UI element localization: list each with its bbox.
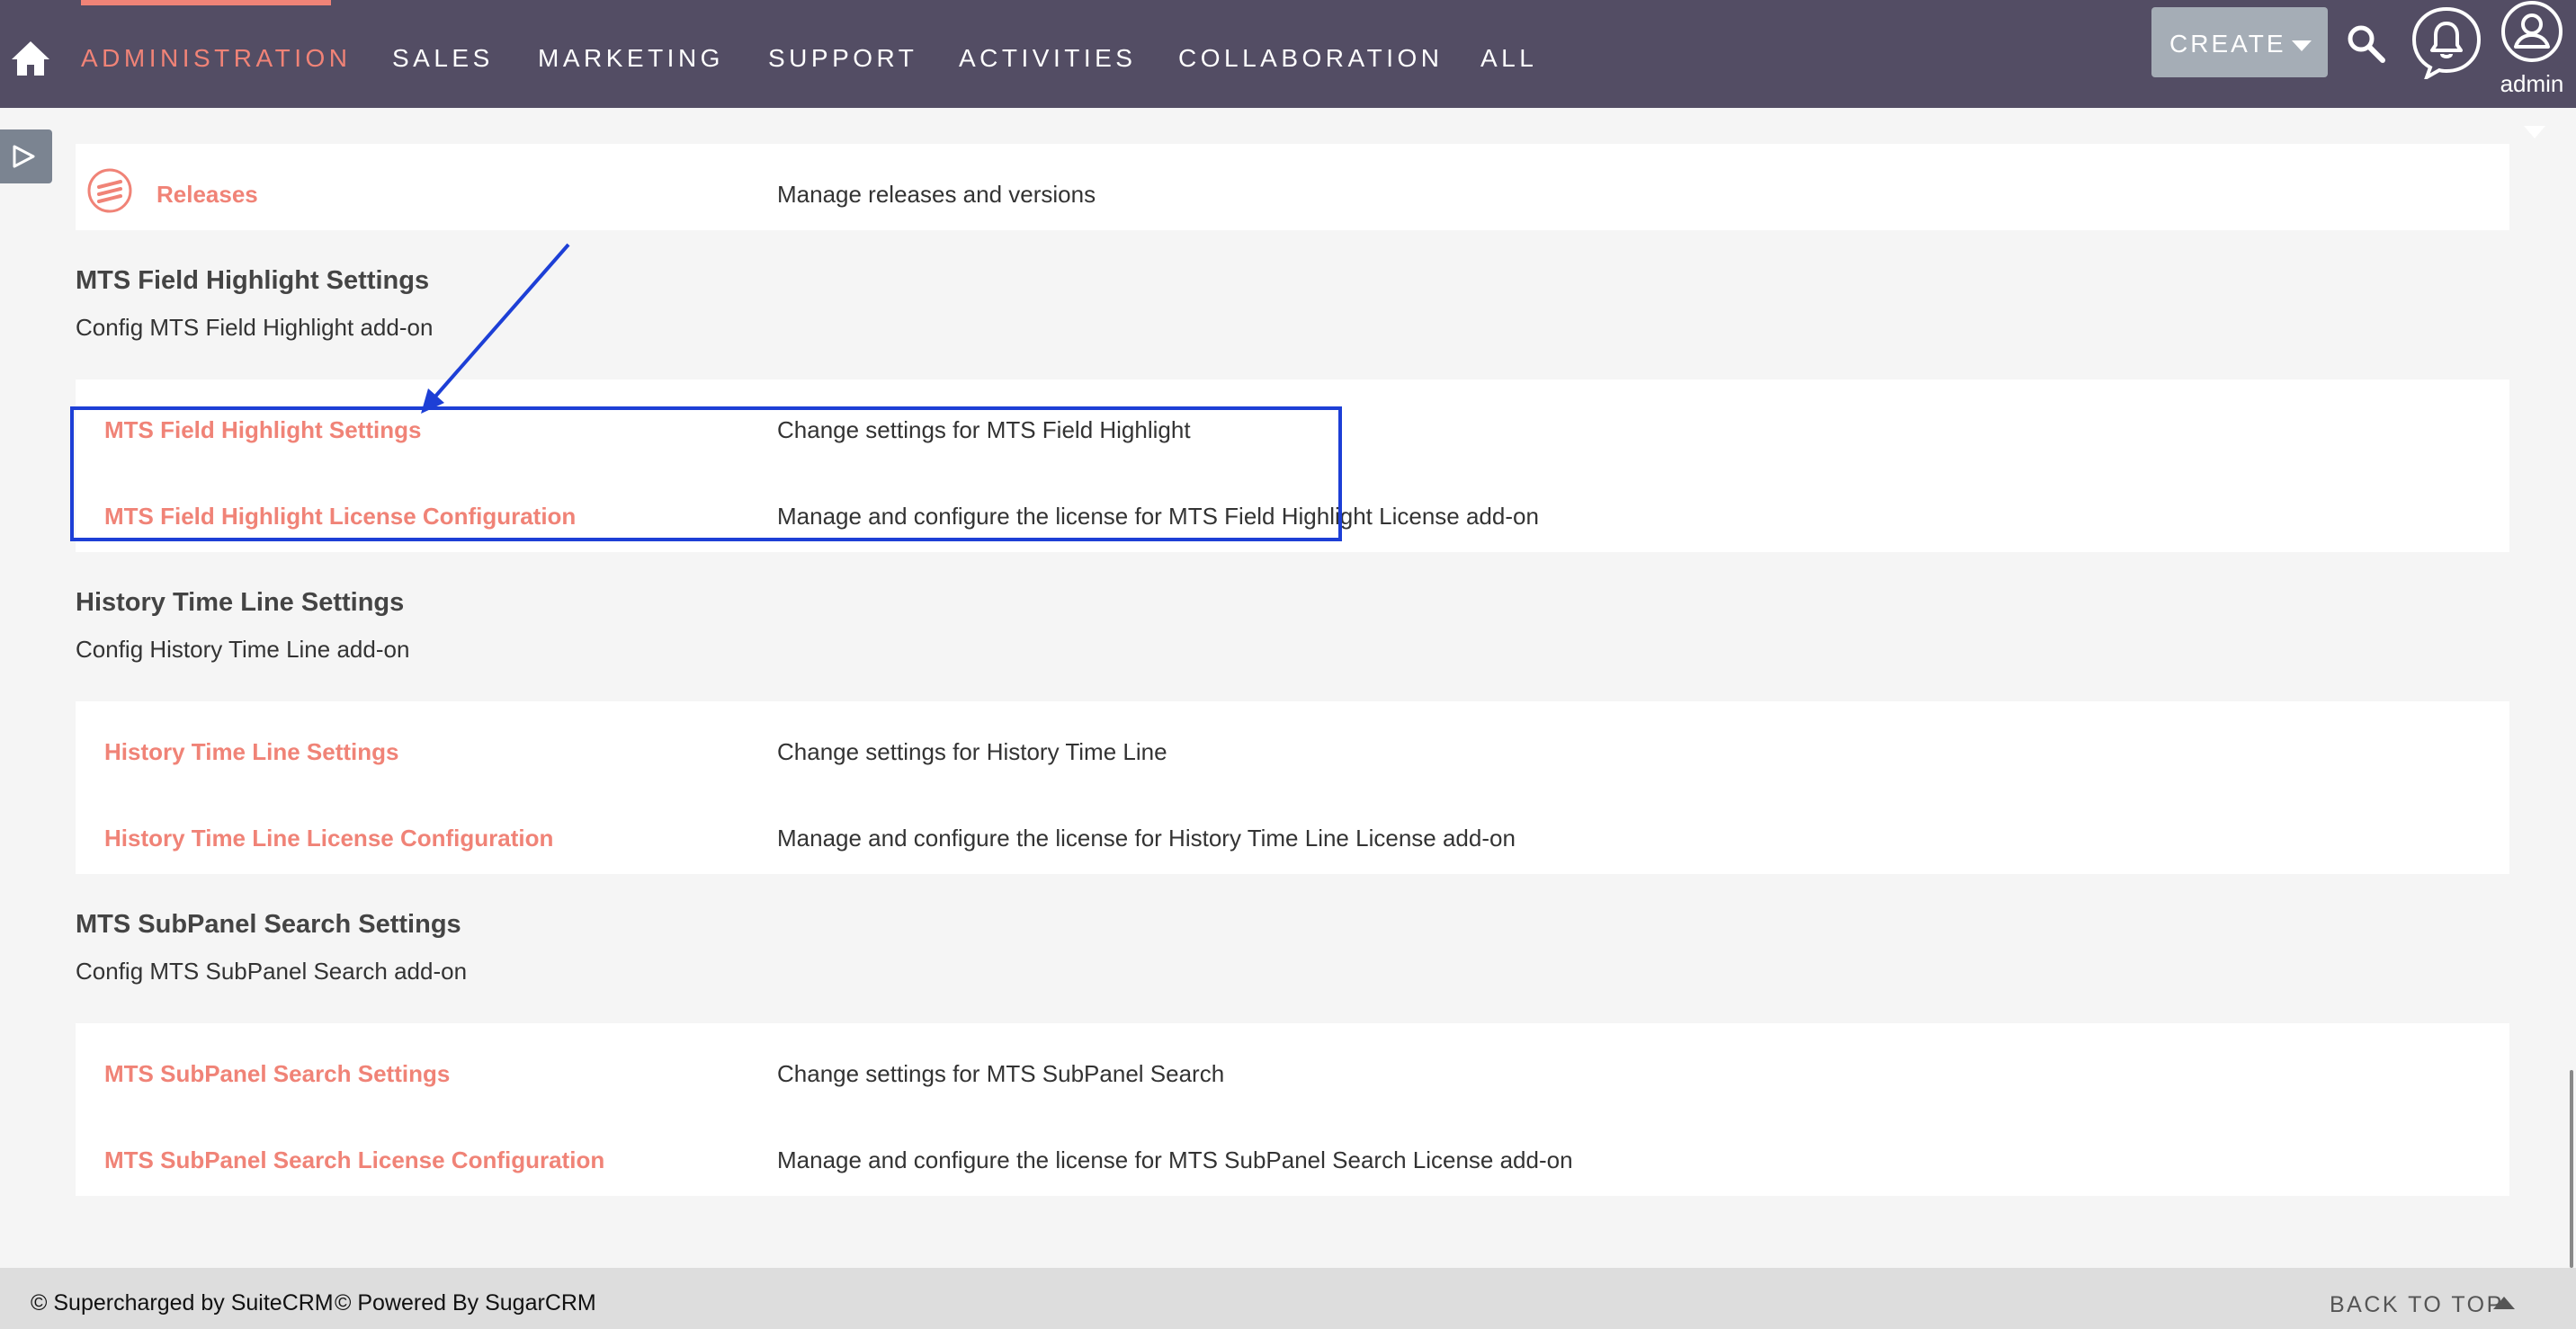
create-label: CREATE <box>2169 30 2286 58</box>
row-description: Manage and configure the license for His… <box>777 825 1516 852</box>
releases-panel <box>76 144 2509 230</box>
history-time-line-license-link[interactable]: History Time Line License Configuration <box>104 824 553 852</box>
footer: © Supercharged by SuiteCRM © Powered By … <box>0 1268 2576 1329</box>
mts-subpanel-search-license-link[interactable]: MTS SubPanel Search License Configuratio… <box>104 1146 604 1174</box>
scrollbar-thumb[interactable] <box>2570 1070 2573 1268</box>
create-button[interactable]: CREATE <box>2151 7 2328 77</box>
chevron-down-icon <box>2292 40 2312 51</box>
section-title: History Time Line Settings <box>76 588 405 617</box>
nav-administration[interactable]: ADMINISTRATION <box>81 43 351 74</box>
section-description: Config MTS Field Highlight add-on <box>76 314 434 341</box>
suitecrm-credit[interactable]: © Supercharged by SuiteCRM <box>31 1289 334 1316</box>
sugarcrm-credit[interactable]: © Powered By SugarCRM <box>335 1289 596 1316</box>
row-description: Change settings for MTS SubPanel Search <box>777 1060 1225 1087</box>
mts-subpanel-search-settings-link[interactable]: MTS SubPanel Search Settings <box>104 1059 450 1088</box>
top-nav: ADMINISTRATION SALES MARKETING SUPPORT A… <box>0 0 2576 108</box>
nav-sales[interactable]: SALES <box>392 43 494 74</box>
user-icon[interactable] <box>2500 0 2563 63</box>
mts-field-highlight-license-link[interactable]: MTS Field Highlight License Configuratio… <box>104 502 576 531</box>
section-description: Config History Time Line add-on <box>76 636 410 663</box>
nav-support[interactable]: SUPPORT <box>768 43 917 74</box>
section-title: MTS SubPanel Search Settings <box>76 910 461 939</box>
play-icon <box>13 145 35 168</box>
home-icon[interactable] <box>9 36 52 79</box>
nav-collaboration[interactable]: COLLABORATION <box>1178 43 1443 74</box>
row-description: Change settings for MTS Field Highlight <box>777 416 1191 443</box>
releases-link[interactable]: Releases <box>157 180 258 209</box>
chevron-down-icon <box>2524 126 2545 138</box>
row-description: Manage and configure the license for MTS… <box>777 1146 1573 1173</box>
releases-icon <box>87 168 132 213</box>
row-description: Manage and configure the license for MTS… <box>777 503 1539 530</box>
search-icon[interactable] <box>2344 22 2387 65</box>
bell-icon[interactable] <box>2411 5 2482 79</box>
active-tab-indicator <box>81 0 331 5</box>
section-description: Config MTS SubPanel Search add-on <box>76 958 468 985</box>
row-description: Change settings for History Time Line <box>777 738 1167 765</box>
caret-up-icon[interactable] <box>2493 1297 2515 1309</box>
back-to-top-link[interactable]: BACK TO TOP <box>2330 1291 2504 1318</box>
releases-description: Manage releases and versions <box>777 181 1096 208</box>
nav-all[interactable]: ALL <box>1480 43 1537 74</box>
user-name[interactable]: admin <box>2495 70 2569 97</box>
nav-marketing[interactable]: MARKETING <box>538 43 724 74</box>
history-time-line-settings-link[interactable]: History Time Line Settings <box>104 737 398 766</box>
sidebar-toggle-button[interactable] <box>0 129 52 183</box>
section-title: MTS Field Highlight Settings <box>76 266 430 295</box>
nav-activities[interactable]: ACTIVITIES <box>959 43 1136 74</box>
mts-field-highlight-settings-link[interactable]: MTS Field Highlight Settings <box>104 415 421 444</box>
